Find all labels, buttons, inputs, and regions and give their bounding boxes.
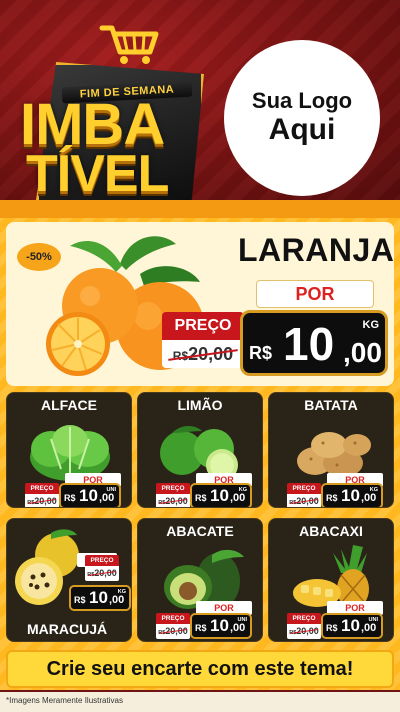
old-price-tag: PREÇO R$20,00 xyxy=(156,483,190,507)
preco-label: PREÇO xyxy=(156,483,190,494)
lime-icon xyxy=(160,426,238,481)
por-label: POR xyxy=(256,280,374,308)
price-decimal: ,00 xyxy=(361,492,377,504)
old-price-tag: PREÇO R$20,00 xyxy=(85,555,119,581)
logo-placeholder-line-2: Aqui xyxy=(268,113,336,146)
price-unit: UNI xyxy=(237,617,247,623)
product-name: LIMÃO xyxy=(177,397,223,413)
discount-badge: -50% xyxy=(17,243,61,271)
price-currency: R$ xyxy=(74,595,86,605)
price-currency: R$ xyxy=(195,623,207,633)
old-price: R$20,00 xyxy=(156,494,190,507)
old-price: R$20,00 xyxy=(156,624,190,639)
product-name: MARACUJÁ xyxy=(27,621,108,637)
price-unit: KG xyxy=(369,487,378,493)
price-currency: R$ xyxy=(195,493,207,503)
header-banner: FIM DE SEMANA IMBA TÍVEL Sua Logo Aqui xyxy=(0,0,400,200)
product-name: BATATA xyxy=(304,397,358,413)
create-flyer-banner[interactable]: Crie seu encarte com este tema! xyxy=(6,650,394,688)
old-price: R$20,00 xyxy=(162,340,244,368)
featured-product-name: LARANJA xyxy=(238,232,395,268)
price-integer: 10 xyxy=(210,486,229,505)
preco-label: PREÇO xyxy=(156,613,190,624)
price-integer: 10 xyxy=(283,318,335,370)
preco-label: PREÇO xyxy=(25,483,59,494)
price-unit: UNI xyxy=(106,487,116,493)
product-card-abacate[interactable]: ABACATE POR PREÇO R$20,00 R$10,00UNI xyxy=(137,518,263,642)
logo-placeholder-line-1: Sua Logo xyxy=(251,88,353,113)
old-price-tag: PREÇO R$20,00 xyxy=(25,483,59,507)
old-price: R$20,00 xyxy=(85,566,119,581)
lettuce-icon xyxy=(30,425,110,481)
price-box: R$ 10,00 UNI xyxy=(321,613,383,639)
headline-line-2: TÍVEL xyxy=(26,145,169,200)
product-card-alface[interactable]: ALFACE POR PREÇO R$20,00 R$10,00UNI xyxy=(6,392,132,508)
old-price: R$20,00 xyxy=(287,494,321,507)
price-integer: 10 xyxy=(341,486,360,505)
old-price: R$20,00 xyxy=(25,494,59,507)
product-card-batata[interactable]: BATATA POR PREÇO R$20,00 R$10,00KG xyxy=(268,392,394,508)
old-price-tag: PREÇO R$20,00 xyxy=(162,312,244,368)
product-name: ABACATE xyxy=(166,523,234,539)
preco-label: PREÇO xyxy=(162,312,244,340)
price-unit: KG xyxy=(238,487,247,493)
old-price-tag: PREÇO R$20,00 xyxy=(287,613,321,639)
product-name: ALFACE xyxy=(41,397,97,413)
price-decimal: ,00 xyxy=(361,622,377,634)
old-price: R$20,00 xyxy=(287,624,321,639)
shopping-cart-icon xyxy=(99,25,159,64)
price-box: R$ 10,00 KG xyxy=(69,585,131,611)
price-currency: R$ xyxy=(249,343,273,363)
price-box: R$ 10,00 KG xyxy=(190,483,252,507)
price-decimal: ,00 xyxy=(343,337,382,368)
price-decimal: ,00 xyxy=(99,492,115,504)
product-card-limao[interactable]: LIMÃO POR PREÇO R$20,00 R$10,00KG xyxy=(137,392,263,508)
disclaimer-note: *Imagens Meramente Ilustrativas xyxy=(6,696,123,705)
price-unit: KG xyxy=(362,319,380,331)
footer: *Imagens Meramente Ilustrativas xyxy=(0,692,400,712)
price-integer: 10 xyxy=(89,588,108,607)
product-card-maracuja[interactable]: POR PREÇO R$20,00 R$10,00KG MARACUJÁ xyxy=(6,518,132,642)
price-decimal: ,00 xyxy=(230,622,246,634)
price-decimal: ,00 xyxy=(109,594,125,606)
product-card-abacaxi[interactable]: ABACAXI POR PREÇO R$20,00 R$10,00UNI xyxy=(268,518,394,642)
price-integer: 10 xyxy=(79,486,98,505)
featured-price-box: R$ 10 ,00 KG xyxy=(240,310,388,376)
price-currency: R$ xyxy=(326,623,338,633)
price-box: R$ 10,00 KG xyxy=(321,483,383,507)
price-unit: KG xyxy=(117,589,126,595)
potato-icon xyxy=(297,432,371,477)
old-price-tag: PREÇO R$20,00 xyxy=(287,483,321,507)
preco-label: PREÇO xyxy=(85,555,119,566)
price-integer: 10 xyxy=(341,616,360,635)
price-box: R$ 10,00 UNI xyxy=(59,483,121,507)
price-box: R$ 10,00 UNI xyxy=(190,613,252,639)
product-name: ABACAXI xyxy=(299,523,363,539)
price-currency: R$ xyxy=(326,493,338,503)
old-price-tag: PREÇO R$20,00 xyxy=(156,613,190,639)
logo-placeholder[interactable]: Sua Logo Aqui xyxy=(224,40,380,196)
price-unit: UNI xyxy=(368,617,378,623)
price-currency: R$ xyxy=(64,493,76,503)
price-integer: 10 xyxy=(210,616,229,635)
divider-bar xyxy=(0,200,400,218)
preco-label: PREÇO xyxy=(287,613,321,624)
imbativel-badge: FIM DE SEMANA IMBA TÍVEL xyxy=(10,22,225,200)
preco-label: PREÇO xyxy=(287,483,321,494)
price-decimal: ,00 xyxy=(230,492,246,504)
